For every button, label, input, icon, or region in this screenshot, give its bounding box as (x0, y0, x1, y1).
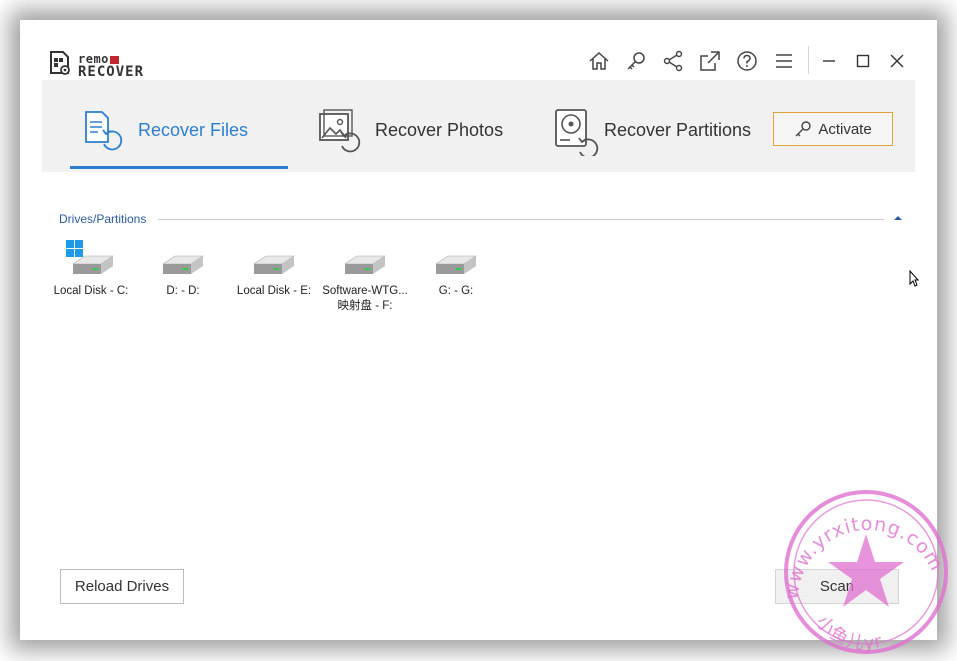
tab-recover-files[interactable]: Recover Files (70, 80, 288, 172)
title-bar: remo RECOVER (42, 42, 915, 80)
tab-recover-partitions[interactable]: Recover Partitions (552, 80, 762, 172)
hard-drive-icon (162, 255, 204, 274)
reload-drives-button[interactable]: Reload Drives (60, 569, 184, 604)
drive-item[interactable]: G: - G: (410, 242, 502, 298)
activate-button[interactable]: Activate (773, 112, 893, 146)
recover-photos-icon (319, 109, 361, 153)
drive-item[interactable]: Local Disk - C: (45, 240, 137, 298)
external-link-icon[interactable] (698, 49, 722, 73)
drive-label: G: - G: (438, 285, 474, 297)
drive-label: Local Disk - C: (53, 285, 129, 297)
reload-drives-label: Reload Drives (74, 578, 170, 595)
logo-bottom-text: RECOVER (78, 64, 145, 80)
menu-icon[interactable] (772, 49, 796, 73)
help-icon[interactable] (735, 49, 759, 73)
key-icon[interactable] (624, 49, 648, 73)
drive-item[interactable]: Software-WTG... 映射盘 - F: (319, 242, 411, 313)
app-window: remo RECOVER Recover Files Recover Photo… (42, 42, 915, 618)
hard-drive-icon (435, 255, 477, 274)
active-tab-indicator (70, 166, 288, 169)
windows-icon (66, 240, 83, 257)
mouse-cursor-icon (909, 270, 919, 287)
tab-recover-photos[interactable]: Recover Photos (316, 80, 536, 172)
home-icon[interactable] (587, 49, 611, 73)
drive-label: Software-WTG... (322, 285, 408, 297)
drives-section-title: Drives/Partitions (59, 212, 147, 226)
tab-recover-files-label: Recover Files (138, 120, 249, 140)
drive-item[interactable]: D: - D: (137, 242, 229, 298)
scan-button[interactable]: Scan (775, 569, 899, 604)
activate-label: Activate (818, 120, 872, 138)
recover-files-icon (85, 111, 123, 151)
tab-recover-partitions-label: Recover Partitions (604, 120, 752, 140)
share-icon[interactable] (661, 49, 685, 73)
scan-label: Scan (819, 578, 855, 595)
section-divider (158, 219, 884, 220)
drive-label: D: - D: (166, 285, 200, 297)
tab-recover-photos-label: Recover Photos (375, 120, 504, 140)
drive-label: Local Disk - E: (236, 285, 312, 297)
key-icon (795, 121, 812, 137)
logo-dot (109, 55, 119, 64)
drive-label-line2: 映射盘 - F: (337, 300, 393, 312)
hard-drive-icon (253, 255, 295, 274)
hard-drive-icon (344, 255, 386, 274)
maximize-icon[interactable] (851, 49, 875, 73)
close-icon[interactable] (885, 49, 909, 73)
logo-icon (50, 51, 70, 75)
collapse-icon[interactable] (892, 212, 904, 224)
minimize-icon[interactable] (817, 49, 841, 73)
app-logo: remo RECOVER (48, 50, 178, 80)
recover-partitions-icon (555, 109, 599, 156)
title-separator (808, 46, 809, 74)
drive-item[interactable]: Local Disk - E: (228, 242, 320, 298)
